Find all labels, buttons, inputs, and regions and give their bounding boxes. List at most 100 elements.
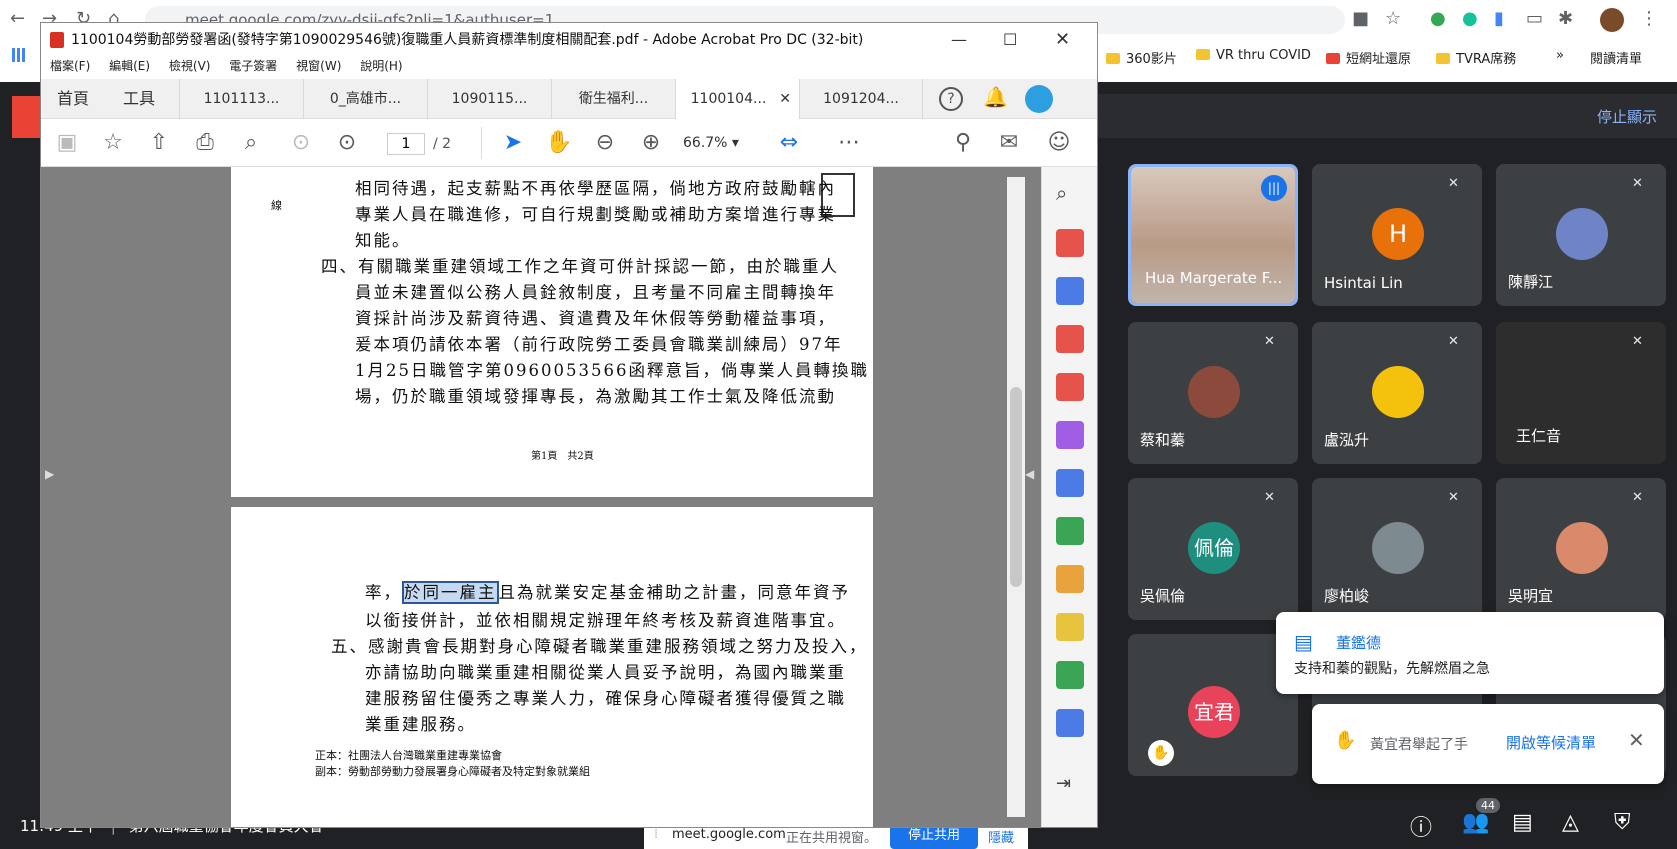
maximize-icon[interactable]: ☐ — [1003, 23, 1017, 57]
participant-tile-8[interactable]: ✕ 廖柏峻 — [1312, 478, 1482, 620]
tab-doc-2[interactable]: 0_高雄市... — [303, 79, 427, 119]
reading-list[interactable]: 閱讀清單 — [1590, 48, 1642, 67]
tab-home[interactable]: 首頁 — [41, 79, 105, 119]
people-icon[interactable]: 👥 — [1462, 810, 1489, 835]
participant-tile-7[interactable]: ✕ 佩倫 吳佩倫 — [1128, 478, 1298, 620]
doc-line: 1月25日職管字第0960053566函釋意旨，倘專業人員轉換職 — [355, 361, 869, 380]
apps-icon[interactable] — [12, 48, 26, 62]
menu-help[interactable]: 說明(H) — [360, 59, 402, 73]
comment-icon[interactable] — [1056, 613, 1084, 641]
send-review-icon[interactable] — [1056, 469, 1084, 497]
search-tool-icon[interactable]: ⌕ — [1056, 181, 1084, 209]
hand-tool-icon[interactable]: ✋ — [545, 129, 573, 157]
puzzle-icon[interactable]: ✱ — [1558, 8, 1573, 29]
help-icon[interactable]: ? — [939, 87, 963, 111]
profile-avatar[interactable] — [1600, 8, 1624, 32]
print-production-icon[interactable] — [1056, 661, 1084, 689]
email-icon[interactable]: ✉ — [995, 129, 1023, 157]
participant-tile-9[interactable]: ✕ 吳明宜 — [1496, 478, 1666, 620]
participant-tile-2[interactable]: ✕ H Hsintai Lin — [1312, 164, 1482, 306]
account-icon[interactable] — [1025, 85, 1053, 113]
tab-close-icon[interactable]: ✕ — [779, 79, 791, 119]
window-title-text: 1100104勞動部勞發署函(發特字第1090029546號)復職重人員薪資標準… — [71, 32, 864, 48]
collapse-panel-icon[interactable]: ⇥ — [1056, 773, 1084, 801]
docs-icon[interactable]: ▮ — [1494, 8, 1504, 29]
menu-edit[interactable]: 編輯(E) — [109, 59, 150, 73]
tab-doc-4[interactable]: 衛生福利... — [551, 79, 675, 119]
upload-icon[interactable]: ⇧ — [145, 129, 173, 157]
menu-icon[interactable]: ⋮ — [1640, 8, 1658, 29]
close-window-icon[interactable]: ✕ — [1055, 23, 1070, 57]
minimize-icon[interactable]: — — [951, 23, 967, 57]
participant-tile-10[interactable]: 宜君 ✋ — [1128, 634, 1298, 776]
drag-handle-icon[interactable]: ⁞ — [654, 827, 658, 842]
scroll-thumb[interactable] — [1010, 387, 1022, 587]
zoom-out-icon[interactable]: ⊖ — [591, 129, 619, 157]
host-controls-icon[interactable]: ⛨ — [1614, 810, 1631, 835]
protect-icon[interactable] — [1056, 565, 1084, 593]
tab-doc-3[interactable]: 1090115... — [427, 79, 551, 119]
organize-pages-icon[interactable] — [1056, 325, 1084, 353]
right-panel-toggle-icon[interactable]: ◀ — [1025, 467, 1034, 481]
cast-icon[interactable]: ▭ — [1526, 8, 1543, 29]
participant-tile-6[interactable]: ✕ 王仁音 — [1496, 322, 1666, 464]
bell-icon[interactable]: 🔔 — [983, 85, 1008, 109]
more-tools-icon[interactable]: ⋯ — [835, 129, 863, 157]
menu-view[interactable]: 檢視(V) — [169, 59, 211, 73]
next-page-icon[interactable]: ⊙ — [333, 129, 361, 157]
stop-presenting-button[interactable]: 停止顯示 — [1597, 106, 1657, 127]
zoom-in-icon[interactable]: ⊕ — [637, 129, 665, 157]
share-link-icon[interactable]: ⚲ — [949, 129, 977, 157]
search-icon[interactable]: ⌕ — [237, 129, 265, 157]
create-pdf-icon[interactable] — [1056, 229, 1084, 257]
page-number-input[interactable]: 1 — [387, 133, 425, 155]
tab-doc-active[interactable]: 1100104... ✕ — [675, 79, 799, 119]
combine-files-icon[interactable] — [1056, 277, 1084, 305]
back-icon[interactable]: ← — [10, 8, 25, 29]
avatar — [1188, 366, 1240, 418]
tab-doc-1[interactable]: 1101113... — [179, 79, 303, 119]
scrollbar[interactable] — [1007, 177, 1025, 817]
export-pdf-icon[interactable] — [1056, 373, 1084, 401]
participant-tile-3[interactable]: ✕ 陳靜江 — [1496, 164, 1666, 306]
zoom-select[interactable]: 66.7% ▾ — [683, 131, 761, 155]
fit-page-icon[interactable]: ⇔ — [775, 129, 803, 157]
more-bookmarks-icon[interactable]: » — [1556, 48, 1564, 63]
info-icon[interactable]: ⓘ — [1410, 810, 1432, 842]
chat-notification[interactable]: ▤ 董鑑德 支持和蓁的觀點，先解燃眉之急 — [1276, 612, 1664, 694]
menu-file[interactable]: 檔案(F) — [50, 59, 90, 73]
star-icon[interactable]: ☆ — [1385, 8, 1401, 29]
open-queue-link[interactable]: 開啟等候清單 — [1506, 732, 1596, 753]
tab-doc-6[interactable]: 1091204... — [799, 79, 923, 119]
add-user-icon[interactable]: ☺ — [1045, 129, 1073, 157]
prev-page-icon[interactable]: ⊙ — [287, 129, 315, 157]
camera-icon[interactable]: ■ — [1352, 8, 1369, 29]
save-icon[interactable]: ▣ — [53, 129, 81, 157]
bookmark-1[interactable]: 360影片 — [1106, 48, 1177, 67]
more-tools-panel-icon[interactable] — [1056, 709, 1084, 737]
grammarly-icon[interactable]: ● — [1462, 8, 1478, 29]
tab-tools[interactable]: 工具 — [105, 79, 173, 119]
fill-sign-icon[interactable] — [1056, 421, 1084, 449]
participant-tile-4[interactable]: ✕ 蔡和蓁 — [1128, 322, 1298, 464]
chat-button-icon[interactable]: ▤ — [1512, 810, 1533, 835]
bookmark-2[interactable]: VR thru COVID — [1196, 48, 1311, 63]
link-icon — [1326, 53, 1340, 64]
hide-button[interactable]: 隱藏 — [988, 827, 1014, 846]
select-cursor-icon[interactable]: ➤ — [499, 129, 527, 157]
activities-icon[interactable]: ◬ — [1562, 810, 1579, 835]
left-panel-toggle-icon[interactable]: ▶ — [45, 467, 54, 481]
print-icon[interactable]: ⎙ — [191, 129, 219, 157]
participant-tile-5[interactable]: ✕ 盧泓升 — [1312, 322, 1482, 464]
bookmark-star-icon[interactable]: ☆ — [99, 129, 127, 157]
menu-esign[interactable]: 電子簽署 — [229, 59, 277, 73]
bookmark-3[interactable]: 短網址還原 — [1326, 48, 1411, 67]
avatar — [1372, 522, 1424, 574]
close-icon[interactable]: ✕ — [1628, 728, 1645, 752]
menu-window[interactable]: 視窗(W) — [296, 59, 341, 73]
compress-icon[interactable] — [1056, 517, 1084, 545]
extension-icon[interactable]: ● — [1430, 8, 1446, 29]
bookmark-4[interactable]: TVRA席務 — [1436, 48, 1516, 67]
highlighted-text[interactable]: 於同一雇主 — [402, 581, 499, 604]
participant-tile-1[interactable]: ||| Hua Margerate F... — [1128, 164, 1298, 306]
